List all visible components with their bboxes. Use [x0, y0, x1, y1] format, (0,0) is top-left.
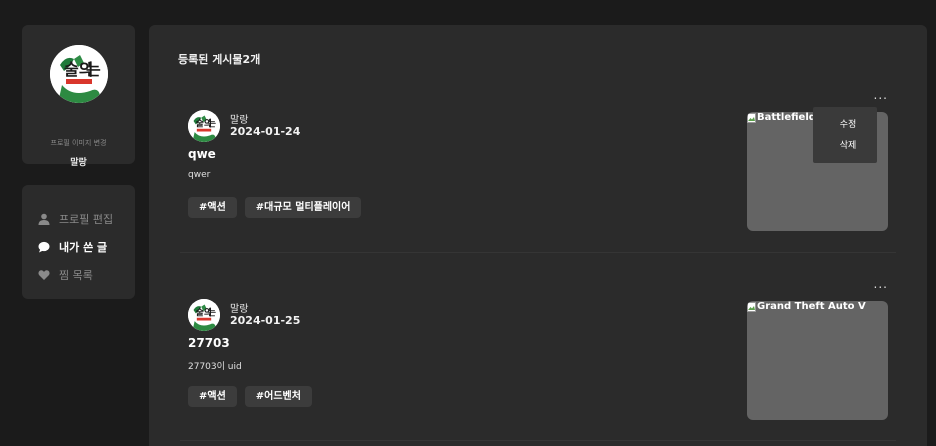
post-divider [180, 252, 896, 253]
post-body: 27703이 uid [188, 362, 242, 372]
edit-post-option[interactable]: 수정 [813, 115, 877, 136]
change-profile-image-link[interactable]: 프로필 이미지 변경 [22, 138, 135, 148]
thumbnail-alt-text: Grand Theft Auto V [757, 301, 866, 312]
post-title[interactable]: qwe [188, 147, 216, 161]
post-body: qwer [188, 170, 211, 180]
broken-image-icon [747, 301, 756, 312]
post-options-dropdown: 수정 삭제 [813, 107, 877, 163]
menu-item-label: 내가 쓴 글 [59, 241, 108, 254]
profile-nickname: 말랑 [70, 158, 87, 168]
author-name: 말랑 [230, 303, 249, 315]
profile-avatar[interactable] [50, 45, 108, 103]
post-divider [180, 440, 896, 441]
posts-panel: 등록된 게시물2개 ... 말랑 2024-01-24 qwe qwer #액션… [149, 25, 927, 446]
user-icon [37, 212, 51, 226]
tag-chip[interactable]: #액션 [188, 197, 237, 218]
post-author: 말랑 2024-01-24 [188, 110, 300, 142]
post-title[interactable]: 27703 [188, 336, 230, 350]
tag-chip[interactable]: #어드벤처 [244, 386, 312, 407]
post-count: 등록된 게시물2개 [178, 53, 261, 66]
more-options-button[interactable]: ... [874, 278, 888, 290]
chat-bubble-icon [37, 240, 51, 254]
post-card: ... 말랑 2024-01-24 qwe qwer #액션 #대규모 멀티플레… [180, 89, 896, 260]
post-date: 2024-01-24 [230, 124, 301, 138]
post-tags: #액션 #대규모 멀티플레이어 [188, 197, 362, 218]
delete-post-option[interactable]: 삭제 [813, 136, 877, 157]
tag-chip[interactable]: #대규모 멀티플레이어 [244, 197, 362, 218]
post-tags: #액션 #어드벤처 [188, 386, 312, 407]
broken-image-icon [747, 112, 756, 123]
post-author: 말랑 2024-01-25 [188, 299, 300, 331]
author-name: 말랑 [230, 114, 249, 126]
author-avatar [188, 299, 220, 331]
more-options-button[interactable]: ... [874, 89, 888, 101]
menu-item-label: 찜 목록 [59, 269, 93, 282]
profile-card: 프로필 이미지 변경 말랑 [22, 25, 135, 168]
heart-icon [37, 268, 51, 282]
post-date: 2024-01-25 [230, 313, 301, 327]
post-card: ... 말랑 2024-01-25 27703 27703이 uid #액션 #… [180, 278, 896, 446]
menu-item-label: 프로필 편집 [59, 213, 114, 226]
side-menu: 프로필 편집 내가 쓴 글 찜 목록 [22, 185, 135, 299]
menu-item-edit-profile[interactable]: 프로필 편집 [22, 205, 135, 233]
menu-item-my-posts[interactable]: 내가 쓴 글 [22, 233, 135, 261]
profile-logo-image [50, 45, 108, 103]
tag-chip[interactable]: #액션 [188, 386, 237, 407]
author-avatar [188, 110, 220, 142]
post-thumbnail[interactable]: Grand Theft Auto V [747, 301, 888, 420]
menu-item-wishlist[interactable]: 찜 목록 [22, 261, 135, 289]
